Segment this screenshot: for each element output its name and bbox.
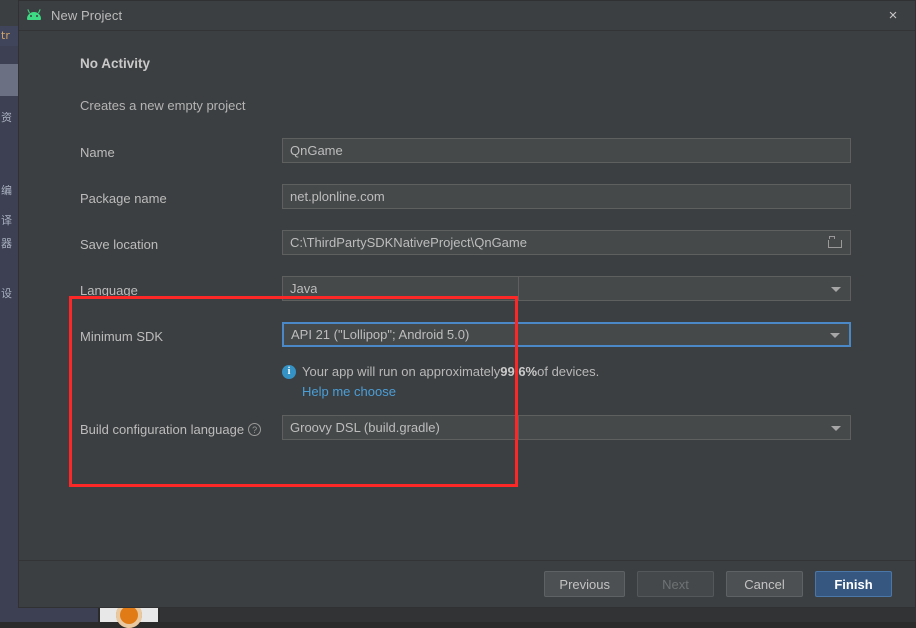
language-value: Java xyxy=(283,281,317,297)
info-icon: i xyxy=(282,365,296,379)
dialog-footer: Previous Next Cancel Finish xyxy=(19,560,915,607)
label-language: Language xyxy=(80,283,138,299)
ide-left-toolwindow-strip[interactable]: tr 资 编 译 器 设 xyxy=(0,0,18,622)
label-name: Name xyxy=(80,145,115,161)
dialog-titlebar: New Project × xyxy=(19,1,915,31)
ide-side-label-4: 器 xyxy=(1,238,17,250)
label-build-configuration-language: Build configuration language? xyxy=(80,422,261,438)
chevron-down-icon[interactable] xyxy=(831,287,841,292)
form-row-package-name: Package name net.plonline.com xyxy=(80,182,851,228)
close-icon[interactable]: × xyxy=(871,1,915,30)
folder-icon[interactable] xyxy=(828,237,842,248)
ide-side-label-3: 译 xyxy=(1,215,17,227)
ide-side-label-5: 设 xyxy=(1,288,17,300)
ide-bottom-left-segment xyxy=(0,608,98,622)
label-save-location: Save location xyxy=(80,237,158,253)
label-package-name: Package name xyxy=(80,191,167,207)
dialog-content: No Activity Creates a new empty project … xyxy=(80,55,851,459)
label-build-configuration-language-text: Build configuration language xyxy=(80,422,244,437)
android-robot-icon xyxy=(25,8,43,24)
ide-side-label-2: 编 xyxy=(1,185,17,197)
package-name-input[interactable]: net.plonline.com xyxy=(282,184,851,209)
project-name-value: QnGame xyxy=(283,143,343,159)
sdk-note-percentage: 99.6% xyxy=(500,363,537,381)
finish-button[interactable]: Finish xyxy=(815,571,892,597)
project-form: Name QnGame Package name net.plonline.co… xyxy=(80,136,851,459)
label-minimum-sdk: Minimum SDK xyxy=(80,329,163,345)
form-row-language: Language Java xyxy=(80,274,851,320)
form-row-build-configuration-language: Build configuration language? Groovy DSL… xyxy=(80,413,851,459)
build-configuration-language-value: Groovy DSL (build.gradle) xyxy=(283,420,440,436)
previous-button[interactable]: Previous xyxy=(544,571,625,597)
sdk-note-text-before: Your app will run on approximately xyxy=(302,363,500,381)
form-row-save-location: Save location C:\ThirdPartySDKNativeProj… xyxy=(80,228,851,274)
package-name-value: net.plonline.com xyxy=(283,189,385,205)
sdk-coverage-line: i Your app will run on approximately 99.… xyxy=(282,363,851,381)
page-description: Creates a new empty project xyxy=(80,97,851,115)
combobox-divider-build-config xyxy=(518,416,519,439)
help-me-choose-link[interactable]: Help me choose xyxy=(302,383,396,401)
ide-bottom-right-segment xyxy=(160,608,916,622)
page-title: No Activity xyxy=(80,55,851,73)
ide-left-strip-segments xyxy=(0,0,18,622)
minimum-sdk-combobox[interactable]: API 21 ("Lollipop"; Android 5.0) xyxy=(282,322,851,347)
build-configuration-language-combobox[interactable]: Groovy DSL (build.gradle) xyxy=(282,415,851,440)
chevron-down-icon[interactable] xyxy=(830,333,840,338)
ide-side-label-0: tr xyxy=(1,30,17,42)
question-mark-icon[interactable]: ? xyxy=(248,423,261,436)
save-location-input[interactable]: C:\ThirdPartySDKNativeProject\QnGame xyxy=(282,230,851,255)
sdk-note-text-after: of devices. xyxy=(537,363,599,381)
screen-root: tr 资 编 译 器 设 ‹ New Project × No A xyxy=(0,0,916,622)
minimum-sdk-value: API 21 ("Lollipop"; Android 5.0) xyxy=(284,327,469,343)
chevron-down-icon[interactable] xyxy=(831,426,841,431)
language-combobox[interactable]: Java xyxy=(282,276,851,301)
cancel-button[interactable]: Cancel xyxy=(726,571,803,597)
ide-side-label-1: 资 xyxy=(1,112,17,124)
dialog-title: New Project xyxy=(51,8,122,23)
save-location-value: C:\ThirdPartySDKNativeProject\QnGame xyxy=(283,235,527,251)
form-row-minimum-sdk: Minimum SDK API 21 ("Lollipop"; Android … xyxy=(80,320,851,366)
combobox-divider-language xyxy=(518,277,519,300)
dialog-body: No Activity Creates a new empty project … xyxy=(19,31,915,560)
new-project-dialog: New Project × No Activity Creates a new … xyxy=(18,0,916,608)
form-row-name: Name QnGame xyxy=(80,136,851,182)
sdk-coverage-note: i Your app will run on approximately 99.… xyxy=(282,363,851,403)
taskbar-app-icon[interactable] xyxy=(100,608,158,622)
project-name-input[interactable]: QnGame xyxy=(282,138,851,163)
next-button: Next xyxy=(637,571,714,597)
